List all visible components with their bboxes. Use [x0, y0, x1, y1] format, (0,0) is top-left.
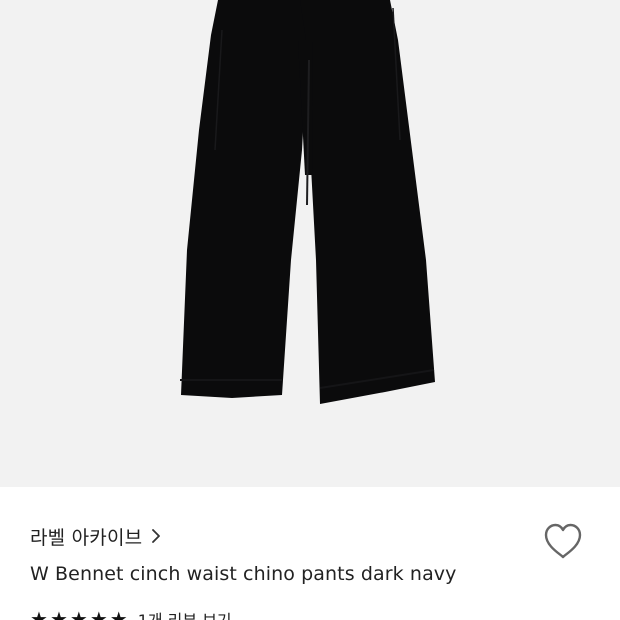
brand-name: 라벨 아카이브: [30, 526, 143, 549]
brand-link[interactable]: 라벨 아카이브: [30, 522, 162, 550]
review-link[interactable]: 1개 리뷰 보기: [138, 607, 232, 620]
product-title: W Bennet cinch waist chino pants dark na…: [30, 563, 457, 585]
favorite-button[interactable]: [540, 520, 586, 562]
product-info: 라벨 아카이브 W Bennet cinch waist chino pants…: [0, 487, 620, 620]
pants-image: [0, 0, 620, 487]
star-icon: ★: [30, 607, 48, 620]
chevron-right-icon: [150, 528, 162, 544]
star-icon: ★: [109, 607, 128, 620]
star-icon: ★: [69, 607, 88, 620]
product-page: 라벨 아카이브 W Bennet cinch waist chino pants…: [0, 0, 620, 620]
star-rating: ★ ★ ★ ★ ★: [30, 609, 128, 620]
heart-outline-icon: [544, 523, 582, 559]
star-icon: ★: [49, 607, 68, 620]
product-image: [0, 0, 620, 487]
rating-row: ★ ★ ★ ★ ★ 1개 리뷰 보기: [30, 607, 232, 620]
star-icon: ★: [89, 607, 108, 620]
